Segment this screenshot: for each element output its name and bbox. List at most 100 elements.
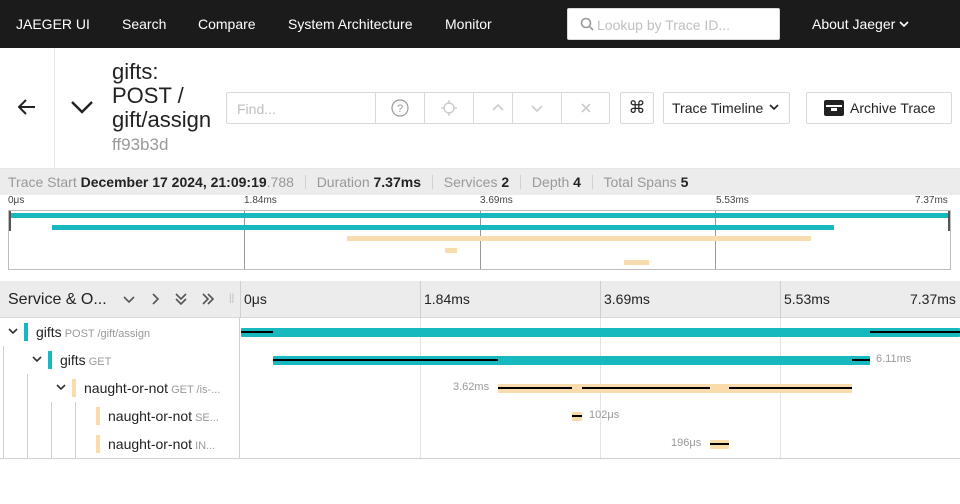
about-jaeger-label: About Jaeger — [812, 16, 896, 32]
nav-system-architecture[interactable]: System Architecture — [288, 16, 413, 32]
span-duration: 6.11ms — [876, 353, 912, 365]
time-tick: 1.84ms — [424, 291, 470, 307]
minimap-span — [445, 248, 457, 253]
collapse-one-icon[interactable] — [122, 292, 136, 306]
time-tick: 7.37ms — [910, 291, 956, 307]
locate-button[interactable] — [424, 93, 473, 123]
services-value: 2 — [501, 174, 510, 190]
services-label: Services — [443, 174, 498, 190]
nav-compare[interactable]: Compare — [198, 16, 256, 32]
arrow-left-icon — [18, 99, 35, 115]
time-tick: 0μs — [244, 291, 267, 307]
keyboard-shortcuts-button[interactable]: ⌘ — [620, 92, 654, 124]
chevron-down-icon — [531, 105, 543, 113]
tree-indent-line — [27, 374, 28, 402]
tree-indent-line — [3, 430, 4, 458]
trace-title: gifts: POST / gift/assign — [112, 59, 212, 132]
minimap-span — [347, 236, 811, 241]
chevron-up-icon — [492, 103, 504, 111]
minimap-right-handle[interactable] — [948, 211, 950, 231]
trace-start-ms: .788 — [266, 174, 294, 190]
header-gridline — [420, 281, 421, 318]
archive-trace-button[interactable]: Archive Trace — [806, 92, 952, 124]
span-self-time — [273, 359, 498, 361]
minimap-tick: 7.37ms — [915, 195, 948, 206]
divider — [304, 175, 306, 189]
operation-name: GET — [88, 356, 112, 368]
next-match-button[interactable] — [512, 93, 561, 123]
tree-indent-line — [51, 402, 52, 430]
span-name-cell[interactable]: gifts POST /gift/assign — [0, 318, 240, 346]
tree-indent-line — [3, 346, 4, 374]
back-button[interactable] — [0, 48, 55, 168]
tree-indent-line — [75, 430, 76, 458]
span-name-cell[interactable]: naught-or-not SE... — [0, 402, 240, 430]
collapse-all-icon[interactable] — [174, 292, 188, 306]
span-row[interactable]: naught-or-not IN... 196μs — [0, 430, 960, 458]
chevron-down-icon[interactable] — [31, 353, 43, 365]
span-self-time — [582, 387, 710, 389]
service-operation-title: Service & O... — [8, 291, 107, 308]
chevron-down-icon — [899, 21, 909, 28]
depth-value: 4 — [573, 174, 581, 190]
span-name-cell[interactable]: gifts GET — [0, 346, 240, 374]
help-icon: ? — [391, 99, 409, 117]
timeline-header: Service & O... || 0μs 1.84ms 3.69ms 5.53… — [0, 281, 960, 318]
header-gridline — [780, 281, 781, 318]
find-input[interactable] — [237, 99, 367, 119]
span-service: gifts GET — [60, 352, 111, 368]
crosshair-icon — [441, 100, 457, 116]
brand-link[interactable]: JAEGER UI — [16, 16, 90, 32]
trace-minimap[interactable] — [8, 210, 951, 270]
span-name-cell[interactable]: naught-or-not GET /is-... — [0, 374, 240, 402]
span-self-time — [498, 387, 572, 389]
span-self-time — [572, 415, 582, 417]
trace-id: ff93b3d — [112, 135, 169, 154]
archive-icon — [824, 100, 844, 116]
trace-header: gifts: POST / gift/assign ff93b3d ? ⌘ Tr… — [0, 48, 960, 169]
expand-one-icon[interactable] — [148, 292, 162, 306]
help-button[interactable]: ? — [375, 93, 424, 123]
tree-indent-line — [27, 430, 28, 458]
minimap-ticks: 0μs 1.84ms 3.69ms 5.53ms 7.37ms — [0, 195, 960, 211]
trace-id-search[interactable] — [567, 8, 780, 40]
minimap-left-handle[interactable] — [9, 211, 11, 231]
nav-monitor[interactable]: Monitor — [445, 16, 492, 32]
clear-search-button[interactable] — [561, 93, 610, 123]
total-spans-label: Total Spans — [603, 174, 677, 190]
view-select[interactable]: Trace Timeline — [663, 92, 790, 124]
service-color-marker — [96, 407, 100, 425]
trace-id-input[interactable] — [597, 15, 772, 35]
column-resizer[interactable]: || — [229, 293, 234, 304]
operation-name: SE... — [195, 412, 219, 424]
minimap-tick: 1.84ms — [244, 195, 277, 206]
chevron-down-icon[interactable] — [55, 381, 67, 393]
service-name: naught-or-not — [108, 436, 193, 452]
trace-summary: Trace Start December 17 2024, 21:09:19.7… — [0, 169, 960, 195]
chevron-down-icon[interactable] — [7, 325, 19, 337]
span-row[interactable]: naught-or-not SE... 102μs — [0, 402, 960, 430]
minimap-tick: 5.53ms — [716, 195, 749, 206]
span-duration: 196μs — [671, 437, 702, 449]
service-name: gifts — [60, 352, 86, 368]
top-navigation: JAEGER UI Search Compare System Architec… — [0, 0, 960, 48]
expand-all-icon[interactable] — [201, 292, 215, 306]
close-icon — [581, 103, 591, 113]
divider — [591, 175, 593, 189]
svg-text:?: ? — [397, 103, 403, 115]
chevron-down-icon[interactable] — [70, 100, 94, 114]
time-tick: 5.53ms — [784, 291, 830, 307]
span-row[interactable]: gifts GET 6.11ms — [0, 346, 960, 374]
span-row[interactable]: naught-or-not GET /is-... 3.62ms — [0, 374, 960, 402]
minimap-span — [624, 260, 649, 265]
span-name-cell[interactable]: naught-or-not IN... — [0, 430, 240, 458]
about-jaeger-menu[interactable]: About Jaeger — [812, 16, 909, 32]
span-service: naught-or-not IN... — [108, 436, 215, 452]
span-self-time — [852, 359, 870, 361]
minimap-gridline — [244, 211, 245, 269]
span-row[interactable]: gifts POST /gift/assign — [0, 318, 960, 346]
span-self-time — [870, 331, 960, 333]
column-splitter[interactable] — [240, 281, 241, 318]
nav-search[interactable]: Search — [122, 16, 166, 32]
span-bar[interactable] — [241, 328, 960, 337]
